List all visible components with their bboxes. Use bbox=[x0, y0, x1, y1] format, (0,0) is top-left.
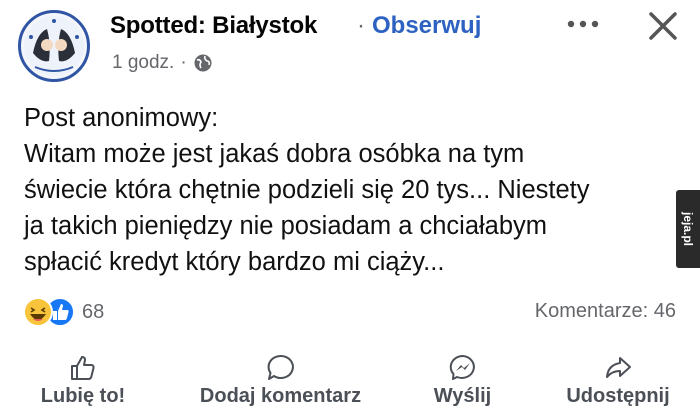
thumbs-up-icon bbox=[71, 356, 95, 380]
reactions-summary[interactable]: 68 bbox=[22, 296, 104, 328]
messenger-icon bbox=[449, 354, 475, 380]
page-avatar[interactable] bbox=[18, 10, 90, 82]
post-line: spłacić kredyt który bardzo mi ciąży... bbox=[24, 248, 445, 276]
page-name[interactable]: Spotted: Białystok bbox=[110, 12, 317, 40]
comments-count[interactable]: Komentarze: 46 bbox=[535, 300, 676, 323]
comment-button[interactable]: Dodaj komentarz bbox=[188, 345, 373, 419]
haha-icon bbox=[23, 297, 53, 327]
post-line: Witam może jest jakaś dobra osóbka na ty… bbox=[24, 140, 525, 168]
meta-separator: · bbox=[180, 52, 187, 73]
comment-label: Dodaj komentarz bbox=[199, 385, 362, 407]
send-label: Wyślij bbox=[433, 385, 492, 407]
reaction-icons bbox=[23, 297, 75, 327]
share-button[interactable]: Udostępnij bbox=[553, 345, 683, 419]
send-button[interactable]: Wyślij bbox=[420, 345, 505, 419]
share-label: Udostępnij bbox=[566, 385, 670, 407]
post-body: Post anonimowy: Witam może jest jakaś do… bbox=[24, 100, 684, 280]
comment-icon bbox=[267, 354, 294, 380]
post-time[interactable]: 1 godz. bbox=[112, 52, 174, 74]
like-label: Lubię to! bbox=[40, 385, 126, 407]
more-dots-icon[interactable] bbox=[563, 10, 603, 38]
follow-button[interactable]: Obserwuj bbox=[372, 12, 481, 40]
avatar-illustration bbox=[24, 16, 84, 76]
post-line: ja takich pieniędzy nie posiadam a chcia… bbox=[24, 212, 548, 240]
watermark: jeja.pl bbox=[676, 190, 700, 268]
close-icon[interactable] bbox=[645, 8, 681, 44]
post-meta: 1 godz. · bbox=[112, 52, 213, 74]
post-line: Post anonimowy: bbox=[24, 104, 219, 132]
action-bar: Lubię to! Dodaj komentarz Wyślij Udostęp… bbox=[0, 345, 700, 419]
globe-icon bbox=[194, 54, 212, 72]
watermark-text: jeja.pl bbox=[681, 211, 695, 247]
share-icon bbox=[606, 357, 631, 378]
post-header: Spotted: Białystok · Obserwuj 1 godz. · bbox=[0, 0, 700, 90]
reaction-count: 68 bbox=[82, 300, 105, 323]
header-separator: · bbox=[357, 12, 365, 39]
like-button[interactable]: Lubię to! bbox=[18, 345, 148, 419]
post-line: świecie która chętnie podzieli się 20 ty… bbox=[24, 176, 590, 204]
